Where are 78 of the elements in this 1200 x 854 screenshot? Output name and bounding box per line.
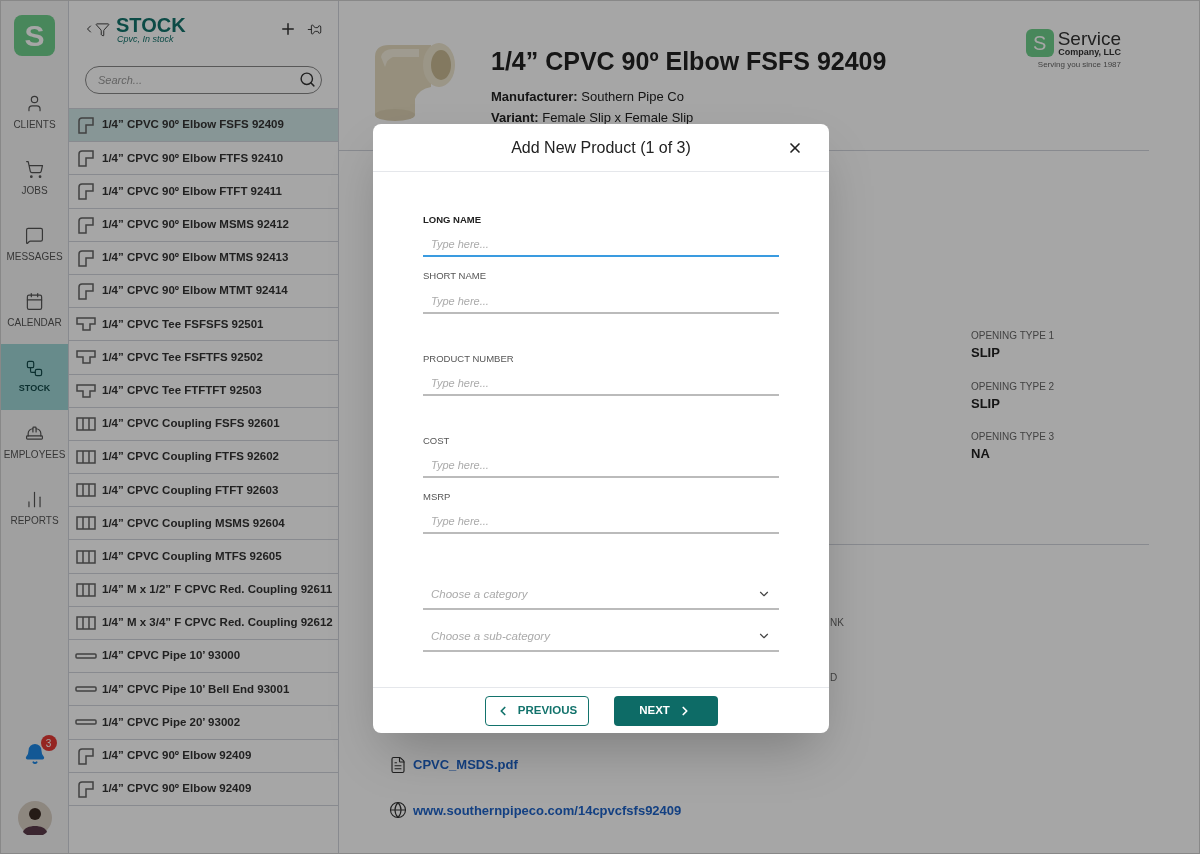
pipes-icon: [25, 358, 44, 378]
text-field[interactable]: Type here...: [423, 454, 779, 478]
elbow-icon: [77, 746, 95, 765]
company-tagline: Serving you since 1987: [1037, 59, 1121, 71]
elbow-icon: [77, 149, 95, 168]
attribute-label: OPENING TYPE 2: [971, 379, 1056, 394]
filter-icon[interactable]: [95, 21, 110, 37]
field-label: COST: [423, 433, 451, 448]
elbow-icon: [77, 248, 95, 267]
search-icon[interactable]: [299, 71, 316, 88]
company-suffix: Company, LLC: [1058, 48, 1121, 57]
field-label: LONG NAME: [423, 213, 483, 227]
nav-item[interactable]: EMPLOYEES: [1, 410, 68, 476]
notification-badge: 3: [40, 735, 57, 751]
document-icon: [389, 755, 407, 774]
nav-item[interactable]: STOCK: [1, 344, 68, 410]
pin-icon[interactable]: [307, 21, 322, 37]
tee-icon: [76, 316, 96, 333]
bell-icon[interactable]: [23, 743, 46, 765]
elbow-icon: [77, 215, 95, 234]
attribute-value: SLIP: [971, 394, 1001, 413]
coupling-icon: [76, 415, 96, 432]
coupling-icon: [76, 482, 96, 499]
elbow-icon: [77, 779, 95, 798]
product-list-item[interactable]: 1/4” CPVC 90º Elbow FSFS 92409: [69, 109, 338, 143]
coupling-icon: [76, 515, 96, 532]
link[interactable]: www.southernpipeco.com/14cpvcfsfs92409: [413, 800, 682, 820]
elbow-icon: [77, 282, 95, 301]
next-button[interactable]: NEXT: [613, 695, 718, 726]
field-label: SHORT NAME: [423, 269, 487, 284]
globe-icon: [389, 801, 407, 820]
company-name: Service: [1057, 29, 1121, 48]
text-field[interactable]: Type here...: [423, 233, 779, 258]
coupling-icon: [76, 448, 96, 465]
elbow-icon: [77, 116, 95, 135]
search-field[interactable]: Search...: [85, 66, 322, 94]
tee-icon: [76, 349, 96, 366]
attribute-label: OPENING TYPE 1: [971, 329, 1056, 343]
field-label: PRODUCT NUMBER: [423, 351, 515, 366]
panel-title: STOCK: [116, 14, 186, 35]
product-title: 1/4” CPVC 90º Elbow FSFS 92409: [491, 46, 887, 77]
company-logo-mark: S: [1025, 29, 1054, 57]
dialog-title: Add New Product (1 of 3): [511, 137, 691, 158]
link[interactable]: CPVC_MSDS.pdf: [413, 755, 518, 775]
text-field[interactable]: Type here...: [423, 371, 779, 396]
nav-item[interactable]: MESSAGES: [1, 212, 68, 278]
calendar-icon: [25, 292, 44, 311]
attribute-value: SLIP: [971, 344, 1001, 362]
coupling-icon: [76, 548, 96, 565]
nav-item[interactable]: JOBS: [1, 146, 68, 212]
pipe-icon: [75, 653, 97, 660]
nav-item[interactable]: CALENDAR: [1, 278, 68, 344]
pipe-icon: [75, 686, 97, 693]
attribute-value: NA: [971, 445, 991, 463]
chat-icon: [25, 226, 44, 245]
cart-icon: [25, 160, 44, 179]
field-label: MSRP: [423, 490, 452, 504]
coupling-icon: [76, 614, 96, 631]
elbow-icon: [77, 182, 95, 201]
avatar[interactable]: [17, 801, 52, 835]
nav-item[interactable]: CLIENTS: [1, 80, 68, 146]
text-field[interactable]: Type here...: [423, 289, 779, 314]
hard-hat-icon: [25, 424, 44, 443]
add-icon[interactable]: [279, 20, 297, 38]
previous-button[interactable]: PREVIOUS: [484, 695, 589, 726]
user-icon: [25, 94, 44, 113]
pipe-icon: [75, 719, 97, 726]
panel-subtitle: Cpvc, In stock: [117, 34, 175, 44]
attribute-label: OPENING TYPE 3: [971, 430, 1056, 444]
field-label: NK: [830, 616, 845, 630]
bar-chart-icon: [25, 490, 44, 509]
tee-icon: [76, 382, 96, 399]
field-label: D: [830, 671, 839, 685]
nav-item[interactable]: REPORTS: [1, 476, 68, 542]
product-detail-line: Variant: Female Slip x Female Slip: [491, 109, 695, 127]
coupling-icon: [76, 581, 96, 598]
product-detail-line: Manufacturer: Southern Pipe Co: [491, 87, 685, 106]
text-field[interactable]: Type here...: [423, 510, 779, 535]
